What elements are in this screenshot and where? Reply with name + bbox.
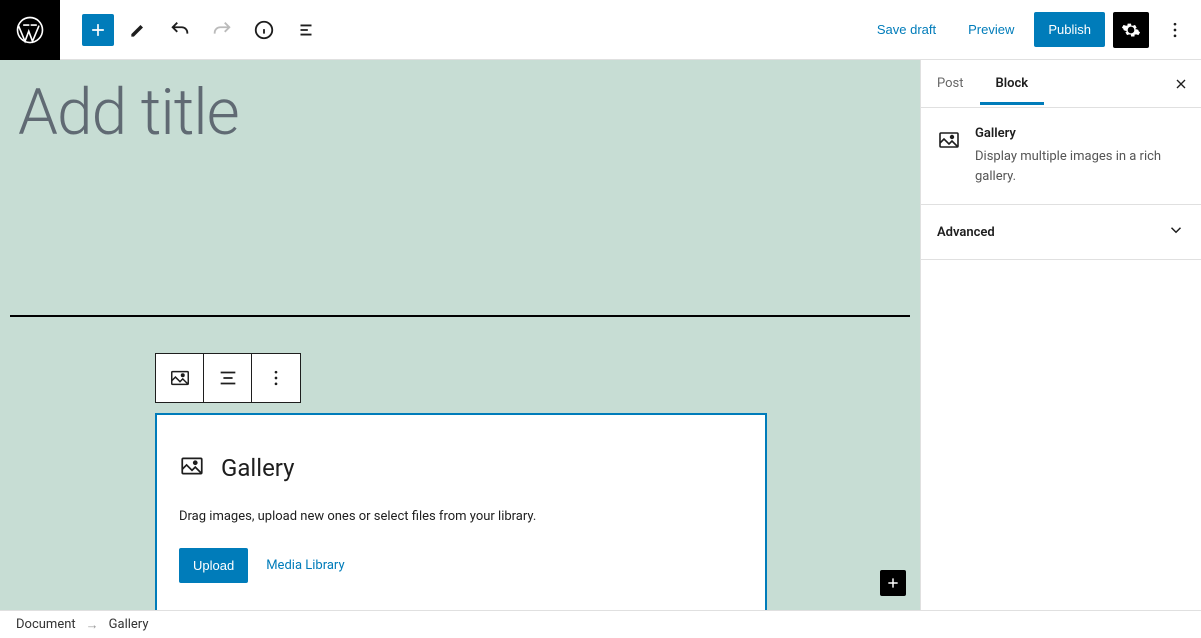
- save-draft-button[interactable]: Save draft: [865, 12, 948, 47]
- breadcrumb-separator: →: [86, 617, 99, 633]
- gallery-block-title: Gallery: [221, 454, 295, 482]
- post-title-area[interactable]: Add title: [0, 60, 920, 158]
- close-sidebar-button[interactable]: [1161, 64, 1201, 104]
- upload-button[interactable]: Upload: [179, 548, 248, 583]
- block-info-panel: Gallery Display multiple images in a ric…: [921, 108, 1201, 205]
- publish-button[interactable]: Publish: [1034, 12, 1105, 47]
- block-toolbar: [155, 353, 301, 403]
- redo-button[interactable]: [204, 12, 240, 48]
- preview-button[interactable]: Preview: [956, 12, 1026, 47]
- advanced-panel-toggle[interactable]: Advanced: [921, 205, 1201, 260]
- media-library-link[interactable]: Media Library: [266, 558, 344, 573]
- edit-mode-button[interactable]: [120, 12, 156, 48]
- separator-block[interactable]: [10, 315, 910, 317]
- gallery-icon: [937, 126, 961, 186]
- editor-topbar: Save draft Preview Publish: [0, 0, 1201, 60]
- gallery-icon: [179, 453, 205, 483]
- more-options-button[interactable]: [1157, 12, 1193, 48]
- gallery-block[interactable]: Gallery Drag images, upload new ones or …: [155, 413, 767, 610]
- breadcrumb-footer: Document → Gallery: [0, 610, 1201, 638]
- breadcrumb-current[interactable]: Gallery: [109, 617, 149, 632]
- settings-sidebar: Post Block Gallery Display multiple imag…: [920, 60, 1201, 610]
- add-block-button[interactable]: [82, 14, 114, 46]
- topbar-right-actions: Save draft Preview Publish: [865, 12, 1201, 48]
- chevron-down-icon: [1167, 221, 1185, 243]
- block-type-button[interactable]: [156, 354, 204, 402]
- block-more-button[interactable]: [252, 354, 300, 402]
- outline-button[interactable]: [288, 12, 324, 48]
- insert-block-fab[interactable]: [880, 570, 906, 596]
- gallery-instructions: Drag images, upload new ones or select f…: [179, 509, 743, 524]
- undo-button[interactable]: [162, 12, 198, 48]
- info-button[interactable]: [246, 12, 282, 48]
- sidebar-tabs: Post Block: [921, 60, 1201, 108]
- post-title-placeholder: Add title: [18, 78, 904, 148]
- advanced-panel-label: Advanced: [937, 225, 995, 240]
- topbar-left-tools: [60, 12, 324, 48]
- wordpress-logo[interactable]: [0, 0, 60, 60]
- block-info-title: Gallery: [975, 126, 1185, 141]
- block-align-button[interactable]: [204, 354, 252, 402]
- editor-canvas: Add title Gallery Drag images, upload ne…: [0, 60, 920, 610]
- block-info-description: Display multiple images in a rich galler…: [975, 147, 1185, 186]
- tab-post[interactable]: Post: [921, 62, 980, 105]
- settings-button[interactable]: [1113, 12, 1149, 48]
- breadcrumb-root[interactable]: Document: [16, 617, 76, 632]
- tab-block[interactable]: Block: [980, 62, 1045, 105]
